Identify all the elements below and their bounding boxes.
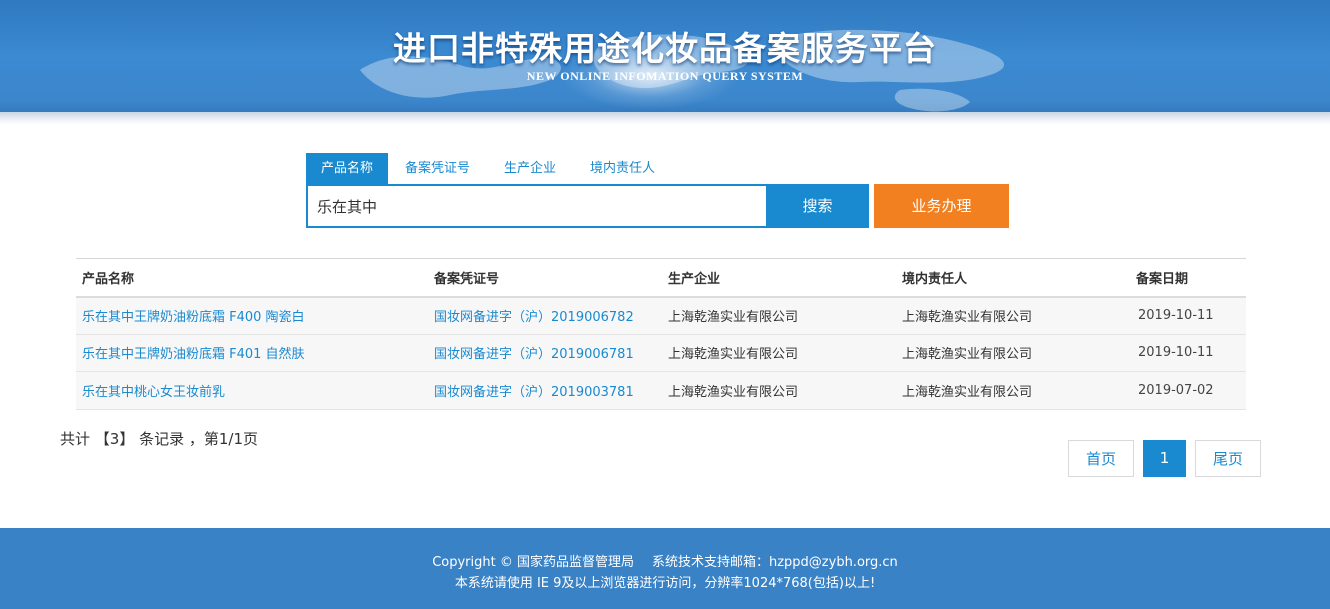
tab-domestic-agent[interactable]: 境内责任人 <box>573 153 672 184</box>
domestic-agent-cell: 上海乾渔实业有限公司 <box>896 371 1130 410</box>
business-button[interactable]: 业务办理 <box>874 184 1009 228</box>
cert-number-link[interactable]: 国妆网备进字（沪）2019006781 <box>428 334 662 372</box>
table-row: 乐在其中桃心女王妆前乳 国妆网备进字（沪）2019003781 上海乾渔实业有限… <box>76 371 1246 410</box>
search-button[interactable]: 搜索 <box>766 184 869 228</box>
cert-number-link[interactable]: 国妆网备进字（沪）2019006782 <box>428 296 662 335</box>
table-row: 乐在其中王牌奶油粉底霜 F400 陶瓷白 国妆网备进字（沪）2019006782… <box>76 296 1246 335</box>
domestic-agent-cell: 上海乾渔实业有限公司 <box>896 334 1130 372</box>
footer-email: 系统技术支持邮箱：hzppd@zybh.org.cn <box>651 555 898 570</box>
column-header-product-name: 产品名称 <box>76 258 428 298</box>
search-input[interactable] <box>308 186 766 226</box>
footer-browser-notice: 本系统请使用 IE 9及以上浏览器进行访问，分辨率1024*768(包括)以上! <box>454 576 876 591</box>
product-name-link[interactable]: 乐在其中王牌奶油粉底霜 F401 自然肤 <box>76 334 428 372</box>
search-field-wrapper <box>306 184 768 228</box>
first-page-button[interactable]: 首页 <box>1068 440 1134 477</box>
product-name-link[interactable]: 乐在其中王牌奶油粉底霜 F400 陶瓷白 <box>76 296 428 335</box>
footer-copyright: Copyright © 国家药品监督管理局 <box>432 555 634 570</box>
search-tabs: 产品名称 备案凭证号 生产企业 境内责任人 <box>306 153 672 184</box>
manufacturer-cell: 上海乾渔实业有限公司 <box>662 334 896 372</box>
table-header-row: 产品名称 备案凭证号 生产企业 境内责任人 备案日期 <box>76 258 1246 298</box>
column-header-date: 备案日期 <box>1130 258 1246 298</box>
site-title: 进口非特殊用途化妆品备案服务平台 <box>393 29 937 68</box>
tab-product-name[interactable]: 产品名称 <box>306 153 389 184</box>
date-cell: 2019-10-11 <box>1130 334 1246 372</box>
tab-manufacturer[interactable]: 生产企业 <box>487 153 573 184</box>
record-count: 【3】 <box>94 430 135 448</box>
current-page-button[interactable]: 1 <box>1143 440 1186 477</box>
results-table: 产品名称 备案凭证号 生产企业 境内责任人 备案日期 乐在其中王牌奶油粉底霜 F… <box>76 258 1246 410</box>
header-banner: 进口非特殊用途化妆品备案服务平台 NEW ONLINE INFOMATION Q… <box>0 0 1330 125</box>
cert-number-link[interactable]: 国妆网备进字（沪）2019003781 <box>428 371 662 410</box>
footer: Copyright © 国家药品监督管理局 系统技术支持邮箱：hzppd@zybh… <box>0 528 1330 609</box>
manufacturer-cell: 上海乾渔实业有限公司 <box>662 296 896 335</box>
summary-suffix: 条记录 ，第1/1页 <box>134 430 259 448</box>
manufacturer-cell: 上海乾渔实业有限公司 <box>662 371 896 410</box>
product-name-link[interactable]: 乐在其中桃心女王妆前乳 <box>76 371 428 410</box>
banner-divider <box>0 112 1330 125</box>
last-page-button[interactable]: 尾页 <box>1195 440 1261 477</box>
record-summary: 共计 【3】 条记录 ，第1/1页 <box>60 428 258 449</box>
tab-cert-number[interactable]: 备案凭证号 <box>388 153 487 184</box>
summary-prefix: 共计 <box>60 430 95 448</box>
date-cell: 2019-10-11 <box>1130 296 1246 335</box>
column-header-cert-number: 备案凭证号 <box>428 258 662 298</box>
domestic-agent-cell: 上海乾渔实业有限公司 <box>896 296 1130 335</box>
date-cell: 2019-07-02 <box>1130 371 1246 410</box>
column-header-domestic-agent: 境内责任人 <box>896 258 1130 298</box>
footer-line-1: Copyright © 国家药品监督管理局 系统技术支持邮箱：hzppd@zybh… <box>0 551 1330 570</box>
table-row: 乐在其中王牌奶油粉底霜 F401 自然肤 国妆网备进字（沪）2019006781… <box>76 334 1246 372</box>
column-header-manufacturer: 生产企业 <box>662 258 896 298</box>
site-subtitle: NEW ONLINE INFOMATION QUERY SYSTEM <box>526 69 804 83</box>
